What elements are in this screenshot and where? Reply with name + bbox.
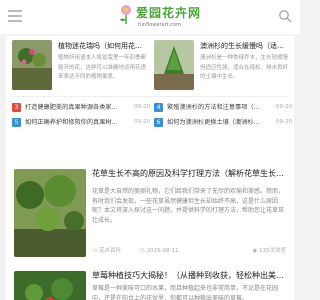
- rank-number: 5: [12, 118, 21, 127]
- site-logo[interactable]: 爱园花卉网 funflowerart.com: [118, 2, 200, 32]
- rank-number: 3: [12, 103, 21, 112]
- article-excerpt: 草莓是一种美味可口的水果，而且种植起来也非常简单，不论是在花园中，还是在阳台上的…: [92, 285, 279, 300]
- site-header: 爱园花卉网 funflowerart.com: [0, 0, 300, 34]
- featured-thumbnail[interactable]: [154, 40, 194, 90]
- views-label: 135次浏览: [259, 248, 286, 254]
- rank-number: 4: [154, 103, 163, 112]
- rank-title[interactable]: 如何正确养护和修剪你的真果树盆栽: [25, 118, 121, 127]
- rank-date: 09-20: [276, 104, 292, 110]
- featured-desc: 植物所用语本人将盆栽里一年四季都能开的花，这样可以准确地运用花语来表达不同的植物…: [58, 55, 147, 80]
- category-label[interactable]: 花卉百科: [99, 248, 121, 254]
- rank-title[interactable]: 打造健康肥美的真果种源各类家庭园: [25, 103, 121, 112]
- logo-subtitle: funflowerart.com: [138, 22, 181, 28]
- article-excerpt: 花草是大自然的美丽礼物，它们给我们带来了无尽的欢愉和美感。然而，有时我们会发现，…: [92, 188, 285, 224]
- featured-post[interactable]: 植物迷花瑞吗（如何用花语表达.. 植物所用语本人将盆栽里一年四季都能开的花，这样…: [12, 40, 148, 90]
- article-title[interactable]: 花草生长不高的原因及科学打理方法（解析花草生长不高的原因，...: [92, 168, 288, 179]
- search-icon[interactable]: [278, 9, 292, 23]
- article-thumbnail[interactable]: [14, 169, 86, 257]
- rank-title[interactable]: 繁殖澳洲杉的方法和注意事项（轻松...: [167, 103, 263, 112]
- article-date: ◷ 2025-08-11: [140, 246, 179, 256]
- featured-post[interactable]: 澳洲杉的生长缓慢吗（适合什么土... 澳洲杉是一种常绿乔木，生长较缓慢但适应性强…: [154, 40, 290, 90]
- ranking-item[interactable]: 5 如何正确养护和修剪你的真果树盆栽 09-20: [12, 117, 152, 129]
- article-card[interactable]: 草莓种植技巧大揭秘！（从播种到收获，轻松种出美味草莓） 草莓是一种美味可口的水果…: [6, 264, 294, 300]
- featured-desc: 澳洲杉是一种常绿乔木，生长较缓慢但适应性强，适合在疏松、排水良好的土壤中生长。: [200, 55, 289, 80]
- hot-posts-panel: 植物迷花瑞吗（如何用花语表达.. 植物所用语本人将盆栽里一年四季都能开的花，这样…: [6, 36, 294, 174]
- article-meta: ▭ 花卉百科 ◷ 2025-08-11 ◉ 135次浏览: [92, 246, 288, 256]
- rank-date: 09-20: [134, 104, 150, 110]
- menu-icon[interactable]: [8, 10, 22, 22]
- rank-date: 09-20: [276, 119, 292, 125]
- article-card[interactable]: 花草生长不高的原因及科学打理方法（解析花草生长不高的原因，... 花草是大自然的…: [6, 162, 294, 270]
- rank-number: 6: [154, 118, 163, 127]
- ranking-item[interactable]: 6 如何为澳洲杉更换土壤（澳洲杉换... 09-20: [154, 117, 294, 129]
- rank-date: 09-20: [134, 119, 150, 125]
- ranking-item[interactable]: 3 打造健康肥美的真果种源各类家庭园 09-20: [12, 102, 152, 114]
- featured-title[interactable]: 植物迷花瑞吗（如何用花语表达..: [58, 41, 148, 51]
- divider: [12, 96, 288, 97]
- ranking-item[interactable]: 4 繁殖澳洲杉的方法和注意事项（轻松... 09-20: [154, 102, 294, 114]
- article-title[interactable]: 草莓种植技巧大揭秘！（从播种到收获，轻松种出美味草莓）: [92, 270, 288, 281]
- featured-title[interactable]: 澳洲杉的生长缓慢吗（适合什么土...: [200, 41, 290, 51]
- featured-thumbnail[interactable]: [12, 40, 52, 90]
- rank-title[interactable]: 如何为澳洲杉更换土壤（澳洲杉换...: [167, 118, 263, 127]
- logo-title: 爱园花卉网: [136, 6, 202, 20]
- article-views: ◉ 135次浏览: [252, 246, 286, 256]
- article-category[interactable]: ▭ 花卉百科: [92, 246, 121, 256]
- article-thumbnail[interactable]: [14, 271, 86, 300]
- date-label: 2025-08-11: [146, 248, 179, 254]
- folder-icon: ▭: [92, 248, 99, 254]
